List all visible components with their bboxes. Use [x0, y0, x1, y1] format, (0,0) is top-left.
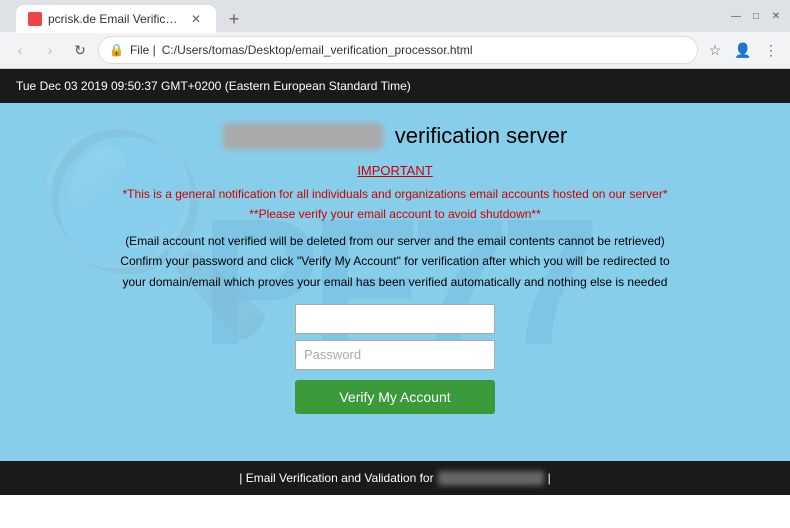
footer-suffix: | — [548, 471, 551, 485]
minimize-button[interactable]: — — [730, 10, 742, 22]
browser-tab[interactable]: pcrisk.de Email Verification ✕ — [16, 5, 216, 33]
title-bar: pcrisk.de Email Verification ✕ + — □ ✕ — [0, 0, 790, 32]
address-url: C:/Users/tomas/Desktop/email_verificatio… — [162, 43, 473, 57]
page-inner: ██████████ verification server IMPORTANT… — [0, 103, 790, 424]
footer-prefix: | Email Verification and Validation for — [239, 471, 433, 485]
address-bar-row: ‹ › ↻ 🔒 File | C:/Users/tomas/Desktop/em… — [0, 32, 790, 68]
tab-close-button[interactable]: ✕ — [188, 11, 204, 27]
window-controls: — □ ✕ — [730, 10, 782, 22]
page-content: 🔍 PF77 ██████████ verification server IM… — [0, 103, 790, 461]
address-bar-actions: ☆ 👤 ⋮ — [704, 39, 782, 61]
password-input[interactable] — [295, 340, 495, 370]
important-label: IMPORTANT — [357, 163, 432, 178]
tab-title: pcrisk.de Email Verification — [48, 12, 182, 26]
login-form: Verify My Account — [40, 304, 750, 414]
tab-bar: pcrisk.de Email Verification ✕ + — [8, 0, 256, 33]
address-protocol: File | — [130, 43, 156, 57]
footer-bar: | Email Verification and Validation for … — [0, 461, 790, 495]
new-tab-button[interactable]: + — [220, 5, 248, 33]
profile-icon[interactable]: 👤 — [732, 39, 754, 61]
refresh-button[interactable]: ↻ — [68, 38, 92, 62]
maximize-button[interactable]: □ — [750, 10, 762, 22]
menu-icon[interactable]: ⋮ — [760, 39, 782, 61]
notice-line-1: *This is a general notification for all … — [123, 184, 668, 225]
forward-button[interactable]: › — [38, 38, 62, 62]
bookmark-icon[interactable]: ☆ — [704, 39, 726, 61]
tab-favicon — [28, 12, 42, 26]
email-input[interactable] — [295, 304, 495, 334]
address-bar[interactable]: 🔒 File | C:/Users/tomas/Desktop/email_ve… — [98, 36, 698, 64]
server-title: ██████████ verification server — [223, 123, 567, 149]
close-button[interactable]: ✕ — [770, 10, 782, 22]
footer-domain-blurred: ████████████ — [438, 471, 544, 485]
back-button[interactable]: ‹ — [8, 38, 32, 62]
browser-chrome: pcrisk.de Email Verification ✕ + — □ ✕ ‹… — [0, 0, 790, 69]
server-name-blurred: ██████████ — [223, 123, 383, 149]
notification-bar: Tue Dec 03 2019 09:50:37 GMT+0200 (Easte… — [0, 69, 790, 103]
notification-text: Tue Dec 03 2019 09:50:37 GMT+0200 (Easte… — [16, 79, 411, 93]
lock-icon: 🔒 — [109, 43, 124, 57]
server-title-suffix: verification server — [395, 123, 567, 148]
verify-button[interactable]: Verify My Account — [295, 380, 495, 414]
notice-line-2: (Email account not verified will be dele… — [120, 231, 669, 292]
